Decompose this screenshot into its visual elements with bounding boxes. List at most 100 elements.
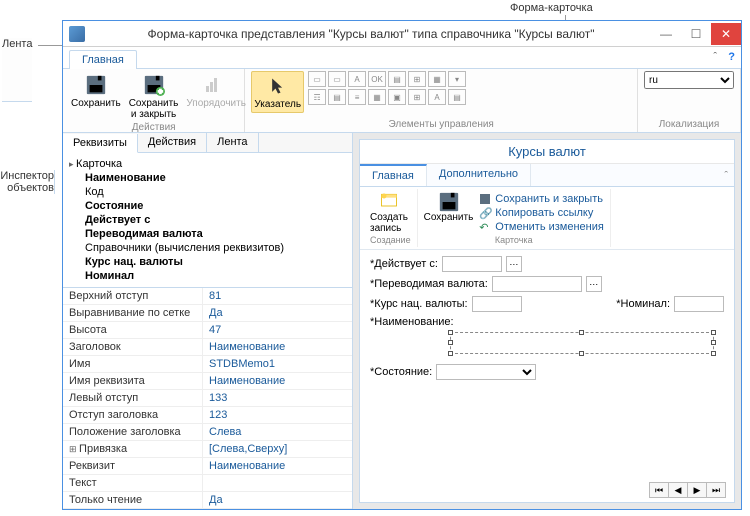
property-row[interactable]: Отступ заголовка123	[63, 407, 352, 424]
control-item[interactable]: ⊞	[408, 71, 426, 87]
property-value[interactable]: Наименование	[203, 373, 352, 389]
active-from-input[interactable]	[442, 256, 502, 272]
property-value[interactable]: 47	[203, 322, 352, 338]
resize-handle[interactable]	[448, 340, 453, 345]
control-item[interactable]: A	[348, 71, 366, 87]
copy-link-link[interactable]: 🔗 Копировать ссылку	[479, 207, 604, 219]
inspector-tab-actions[interactable]: Действия	[138, 133, 207, 152]
property-value[interactable]: 81	[203, 288, 352, 304]
currency-input[interactable]	[492, 276, 582, 292]
property-row[interactable]: ИмяSTDBMemo1	[63, 356, 352, 373]
control-item[interactable]: ≡	[348, 89, 366, 105]
resize-handle[interactable]	[579, 330, 584, 335]
collapse-icon[interactable]: ˆ	[724, 170, 728, 182]
form-tab-additional[interactable]: Дополнительно	[427, 164, 531, 186]
property-row[interactable]: Текст	[63, 475, 352, 492]
form-card-tabs: Главная Дополнительно ˆ	[360, 164, 734, 187]
property-value[interactable]: Наименование	[203, 339, 352, 355]
control-item[interactable]: ▾	[448, 71, 466, 87]
control-item[interactable]: ▦	[368, 89, 386, 105]
form-ribbon-group-card: Сохранить Сохранить и закрыть 🔗 Копирова…	[418, 189, 611, 247]
nominal-input[interactable]	[674, 296, 724, 312]
nav-prev-button[interactable]: ◀	[668, 482, 688, 498]
inspector-tab-ribbon[interactable]: Лента	[207, 133, 258, 152]
property-row[interactable]: Привязка[Слева,Сверху]	[63, 441, 352, 458]
resize-handle[interactable]	[711, 340, 716, 345]
control-item[interactable]: OK	[368, 71, 386, 87]
property-row[interactable]: Верхний отступ81	[63, 288, 352, 305]
control-item[interactable]: ▣	[388, 89, 406, 105]
ribbon-tab-main[interactable]: Главная	[69, 50, 137, 69]
form-card[interactable]: Курсы валют Главная Дополнительно ˆ	[359, 139, 735, 503]
cancel-link[interactable]: ↶ Отменить изменения	[479, 221, 604, 233]
property-row[interactable]: Положение заголовкаСлева	[63, 424, 352, 441]
form-tab-main[interactable]: Главная	[360, 164, 427, 186]
object-tree[interactable]: Карточка НаименованиеКодСостояниеДейству…	[63, 153, 352, 288]
property-value[interactable]: Наименование	[203, 458, 352, 474]
help-icon[interactable]: ?	[728, 51, 735, 63]
property-value[interactable]: 133	[203, 390, 352, 406]
pointer-tool-button[interactable]: Указатель	[251, 71, 304, 113]
control-item[interactable]: ▭	[308, 71, 326, 87]
control-item[interactable]: A	[428, 89, 446, 105]
property-row[interactable]: Только чтениеДа	[63, 492, 352, 509]
property-value[interactable]: 123	[203, 407, 352, 423]
resize-handle[interactable]	[579, 351, 584, 356]
form-body[interactable]: *Действует с: ⋯ *Переводимая валюта: ⋯ *…	[360, 250, 734, 502]
resize-handle[interactable]	[711, 330, 716, 335]
state-select[interactable]	[436, 364, 536, 380]
resize-handle[interactable]	[448, 330, 453, 335]
nav-first-button[interactable]: ⏮	[649, 482, 669, 498]
resize-handle[interactable]	[448, 351, 453, 356]
locale-select[interactable]: ru	[644, 71, 734, 89]
control-item[interactable]: ▤	[448, 89, 466, 105]
control-item[interactable]: ▤	[328, 89, 346, 105]
tree-item[interactable]: Номинал	[69, 269, 346, 283]
tree-item[interactable]: Переводимая валюта	[69, 227, 346, 241]
nav-last-button[interactable]: ⏭	[706, 482, 726, 498]
tree-item[interactable]: Состояние	[69, 199, 346, 213]
close-button[interactable]: ✕	[711, 23, 741, 45]
property-row[interactable]: Левый отступ133	[63, 390, 352, 407]
tree-item[interactable]: Наименование	[69, 171, 346, 185]
tree-root[interactable]: Карточка	[69, 157, 346, 171]
control-item[interactable]: ☶	[308, 89, 326, 105]
tree-item[interactable]: Справочники (вычисления реквизитов)	[69, 241, 346, 255]
control-item[interactable]: ▭	[328, 71, 346, 87]
minimize-button[interactable]: —	[651, 23, 681, 45]
property-value[interactable]: STDBMemo1	[203, 356, 352, 372]
resize-handle[interactable]	[711, 351, 716, 356]
property-row[interactable]: Высота47	[63, 322, 352, 339]
control-palette: ▭ ▭ A OK ▤ ⊞ ▦ ▾ ☶ ▤ ≡ ▦ ▣	[308, 71, 466, 105]
tree-item[interactable]: Действует с	[69, 213, 346, 227]
property-value[interactable]: Да	[203, 492, 352, 508]
property-row[interactable]: РеквизитНаименование	[63, 458, 352, 475]
control-item[interactable]: ▤	[388, 71, 406, 87]
date-picker-button[interactable]: ⋯	[506, 256, 522, 272]
nav-next-button[interactable]: ▶	[687, 482, 707, 498]
control-item[interactable]: ⊞	[408, 89, 426, 105]
tree-item[interactable]: Код	[69, 185, 346, 199]
property-value[interactable]	[203, 475, 352, 491]
name-memo-selected[interactable]	[450, 332, 714, 354]
inspector-tab-requisites[interactable]: Реквизиты	[63, 134, 138, 153]
property-value[interactable]: Да	[203, 305, 352, 321]
property-row[interactable]: ЗаголовокНаименование	[63, 339, 352, 356]
property-row[interactable]: Выравнивание по сеткеДа	[63, 305, 352, 322]
form-save-button[interactable]: Сохранить	[424, 191, 474, 223]
control-item[interactable]: ▦	[428, 71, 446, 87]
tree-item[interactable]: Курс нац. валюты	[69, 255, 346, 269]
property-value[interactable]: Слева	[203, 424, 352, 440]
create-record-button[interactable]: Создать запись	[370, 191, 408, 234]
property-value[interactable]: [Слева,Сверху]	[203, 441, 352, 457]
property-grid[interactable]: Верхний отступ81Выравнивание по сеткеДаВ…	[63, 288, 352, 509]
maximize-button[interactable]: ☐	[681, 23, 711, 45]
rate-input[interactable]	[472, 296, 522, 312]
ribbon-group-label: Действия	[69, 122, 238, 133]
save-button[interactable]: Сохранить	[69, 71, 123, 111]
lookup-button[interactable]: ⋯	[586, 276, 602, 292]
save-close-button[interactable]: Сохранить и закрыть	[127, 71, 181, 122]
ribbon-collapse-icon[interactable]: ˆ	[713, 51, 717, 63]
save-close-link[interactable]: Сохранить и закрыть	[479, 193, 604, 205]
property-row[interactable]: Имя реквизитаНаименование	[63, 373, 352, 390]
